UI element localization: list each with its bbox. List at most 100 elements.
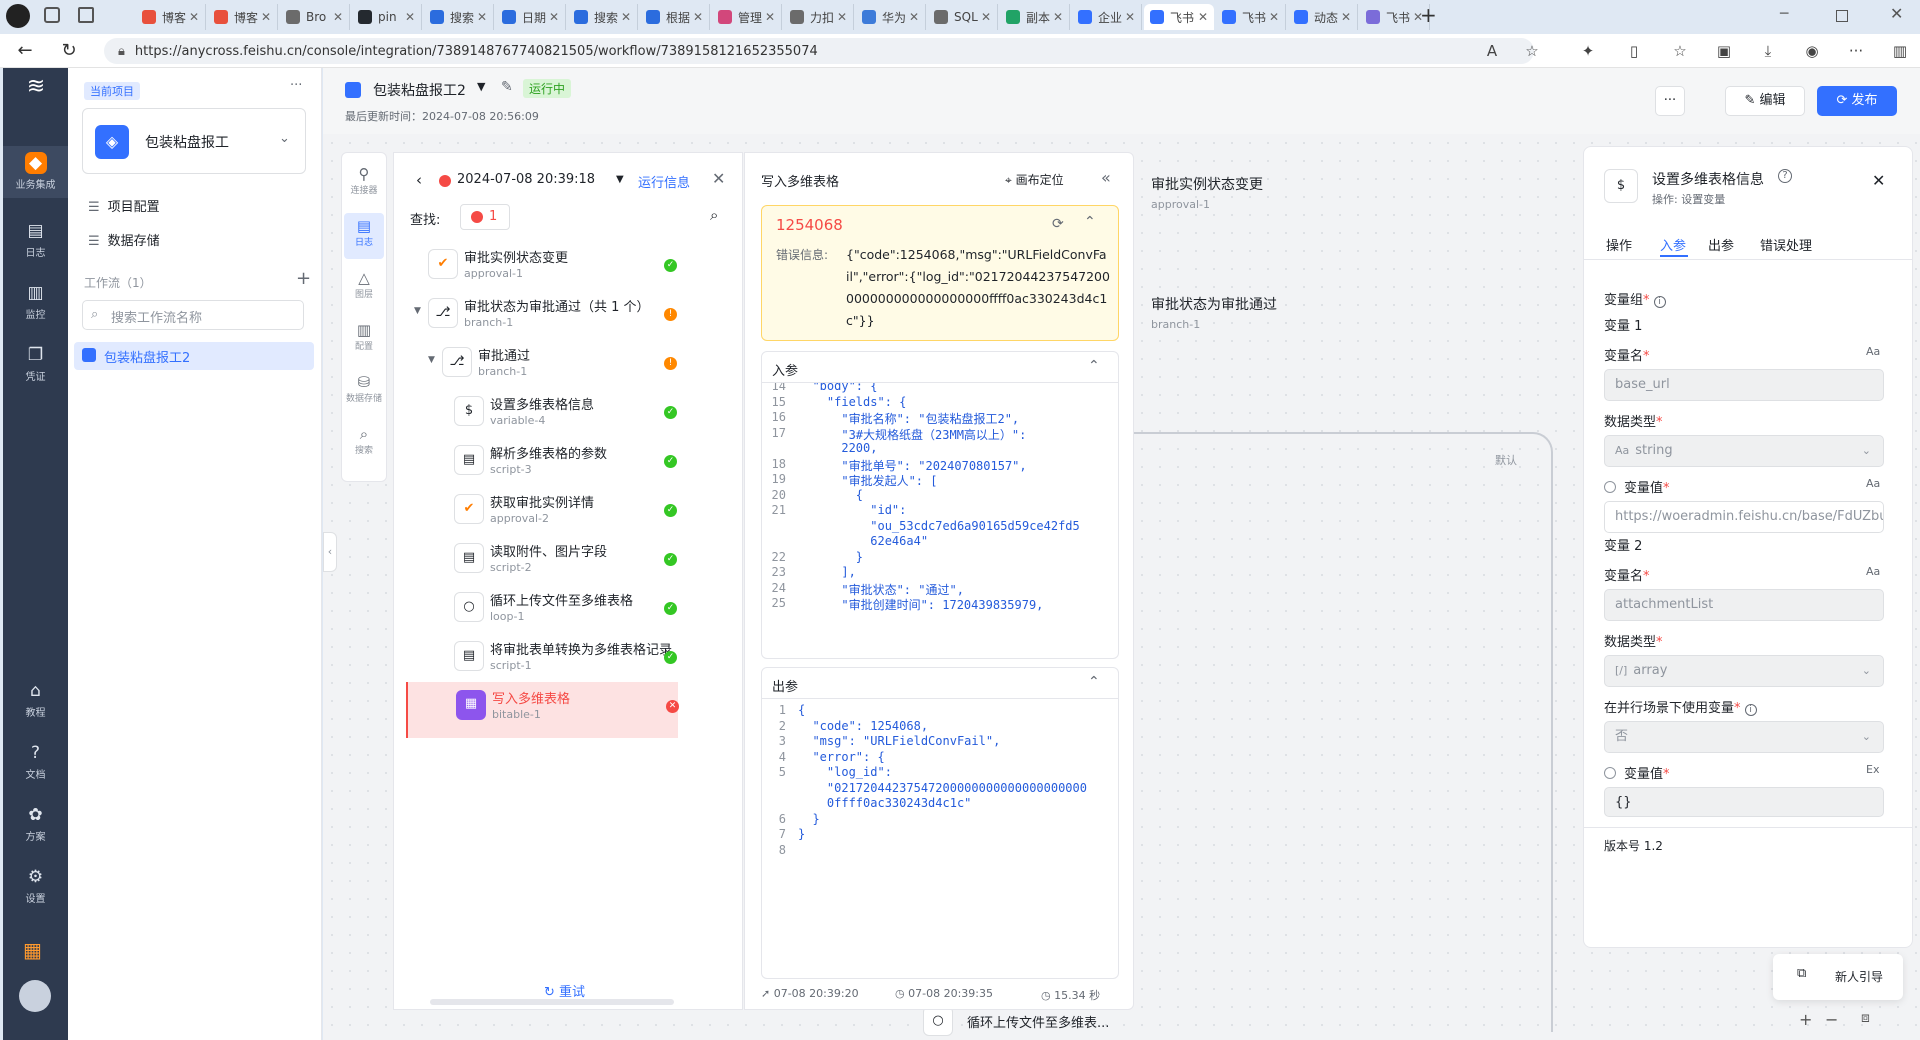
close-tab-icon[interactable]: ✕ bbox=[837, 10, 847, 24]
close-icon[interactable]: ✕ bbox=[1872, 171, 1885, 190]
collapse-up-icon[interactable]: ⌃ bbox=[1084, 214, 1096, 230]
extensions-icon[interactable]: ✦ bbox=[1578, 41, 1598, 61]
browser-tab[interactable]: 博客 ✕ bbox=[208, 4, 278, 30]
profile-avatar[interactable] bbox=[6, 4, 30, 28]
add-workflow-icon[interactable]: + bbox=[296, 268, 311, 289]
retry-button[interactable]: ↻ 重试 bbox=[544, 981, 585, 1000]
rail-item-settings[interactable]: ⚙ 设置 bbox=[3, 866, 68, 905]
browser-tab[interactable]: 搜索 ✕ bbox=[424, 4, 494, 30]
var2-type-select[interactable]: [/] array ⌄ bbox=[1604, 655, 1884, 687]
tab-input[interactable]: 入参 bbox=[1660, 235, 1686, 254]
close-tab-icon[interactable]: ✕ bbox=[189, 10, 199, 24]
tool-strip-item[interactable]: ▤ 日志 bbox=[344, 213, 384, 259]
collapse-panel-icon[interactable]: « bbox=[1101, 168, 1111, 187]
close-window-button[interactable]: ✕ bbox=[1890, 4, 1903, 23]
workflow-search-input[interactable]: ⌕ 搜索工作流名称 bbox=[82, 300, 304, 330]
help-icon[interactable]: ? bbox=[1778, 169, 1792, 183]
var2-value-field[interactable]: {} bbox=[1604, 787, 1884, 817]
close-tab-icon[interactable]: ✕ bbox=[405, 10, 415, 24]
parallel-select[interactable]: 否 ⌄ bbox=[1604, 721, 1884, 753]
var1-type-select[interactable]: Aa string ⌄ bbox=[1604, 435, 1884, 467]
new-tab-button[interactable]: + bbox=[1420, 3, 1437, 27]
collections-icon[interactable]: ▣ bbox=[1714, 41, 1734, 61]
var2-name-field[interactable]: attachmentList bbox=[1604, 589, 1884, 621]
tool-strip-item[interactable]: ⛁ 数据存储 bbox=[344, 369, 384, 415]
menu-project-config[interactable]: ☰ 项目配置 bbox=[88, 196, 160, 215]
minimize-button[interactable]: ─ bbox=[1780, 6, 1788, 22]
browser-tab[interactable]: pin ✕ bbox=[352, 4, 422, 30]
info-icon[interactable]: i bbox=[1653, 296, 1666, 308]
browser-tab[interactable]: 根据 ✕ bbox=[640, 4, 710, 30]
favorites-icon[interactable]: ☆ bbox=[1670, 41, 1690, 61]
close-tab-icon[interactable]: ✕ bbox=[1053, 10, 1063, 24]
step-row[interactable]: ✔ 获取审批实例详情 approval-2 ✓ bbox=[394, 486, 724, 542]
sidebar-toggle-icon[interactable]: ▥ bbox=[1890, 41, 1910, 61]
rail-item-docs[interactable]: ? 文档 bbox=[3, 742, 68, 781]
rail-item-monitor[interactable]: ▥ 监控 bbox=[3, 282, 68, 321]
edit-button[interactable]: ✎ 编辑 bbox=[1725, 86, 1805, 116]
search-icon[interactable]: ⌕ bbox=[710, 206, 718, 224]
expand-caret-icon[interactable]: ▼ bbox=[428, 355, 435, 365]
tool-strip-item[interactable]: ⚲ 连接器 bbox=[344, 161, 384, 207]
step-row[interactable]: ▦ 写入多维表格 bitable-1 ✕ bbox=[406, 682, 679, 738]
back-arrow-icon[interactable]: ← bbox=[14, 40, 36, 62]
maximize-button[interactable] bbox=[1836, 10, 1848, 22]
browser-tab[interactable]: 飞书 ✕ bbox=[1216, 4, 1286, 30]
step-row[interactable]: ▤ 将审批表单转换为多维表格记录 script-1 ✓ bbox=[394, 633, 724, 689]
step-row[interactable]: ▤ 解析多维表格的参数 script-3 ✓ bbox=[394, 437, 724, 493]
split-screen-icon[interactable]: ▯ bbox=[1624, 41, 1644, 61]
close-tab-icon[interactable]: ✕ bbox=[1341, 10, 1351, 24]
horizontal-scrollbar[interactable] bbox=[430, 999, 674, 1005]
close-tab-icon[interactable]: ✕ bbox=[693, 10, 703, 24]
step-row[interactable]: ✔ 审批实例状态变更 approval-1 ✓ bbox=[394, 241, 724, 297]
read-aloud-icon[interactable]: A bbox=[1482, 41, 1502, 61]
canvas-node-branch[interactable]: 审批状态为审批通过 branch-1 bbox=[1151, 294, 1301, 350]
tool-strip-item[interactable]: ⌕ 搜索 bbox=[344, 421, 384, 467]
url-field[interactable]: 🔒︎ https://anycross.feishu.cn/console/in… bbox=[104, 38, 1534, 64]
browser-tab[interactable]: 管理 ✕ bbox=[712, 4, 782, 30]
browser-tab[interactable]: SQL ✕ bbox=[928, 4, 998, 30]
step-row[interactable]: ▼ ⎇ 审批通过 branch-1! bbox=[394, 339, 724, 395]
rail-item-solutions[interactable]: ✿ 方案 bbox=[3, 804, 68, 843]
tool-strip-item[interactable]: △ 图层 bbox=[344, 265, 384, 311]
browser-tab[interactable]: 动态 ✕ bbox=[1288, 4, 1358, 30]
rail-item-credentials[interactable]: ❐ 凭证 bbox=[3, 344, 68, 383]
close-icon[interactable]: ✕ bbox=[712, 169, 725, 188]
var1-value-field[interactable]: https://woeradmin.feishu.cn/base/FdUZbu bbox=[1604, 501, 1884, 533]
zoom-out-icon[interactable]: − bbox=[1825, 1010, 1838, 1029]
text-type-icon[interactable]: Aa bbox=[1866, 477, 1880, 490]
tab-error-handling[interactable]: 错误处理 bbox=[1760, 235, 1812, 254]
info-icon[interactable]: i bbox=[1744, 704, 1757, 716]
step-row[interactable]: ▤ 读取附件、图片字段 script-2 ✓ bbox=[394, 535, 724, 591]
collapse-up-icon[interactable]: ⌃ bbox=[1088, 674, 1100, 690]
close-tab-icon[interactable]: ✕ bbox=[261, 10, 271, 24]
tab-output[interactable]: 出参 bbox=[1708, 235, 1734, 254]
browser-tab[interactable]: 日期 ✕ bbox=[496, 4, 566, 30]
workflow-list-item[interactable]: 包装粘盘报工2 bbox=[74, 342, 314, 370]
input-code-block[interactable]: 14 "body": {15 "fields": {16 "审批名称": "包装… bbox=[762, 382, 1118, 658]
browser-tab[interactable]: 企业 ✕ bbox=[1072, 4, 1142, 30]
close-tab-icon[interactable]: ✕ bbox=[621, 10, 631, 24]
radio-icon[interactable] bbox=[1604, 481, 1616, 493]
zoom-in-icon[interactable]: + bbox=[1799, 1010, 1812, 1029]
performance-icon[interactable]: ◉ bbox=[1802, 41, 1822, 61]
refresh-icon[interactable]: ↻ bbox=[58, 40, 80, 62]
browser-tab[interactable]: 搜索 ✕ bbox=[568, 4, 638, 30]
rail-item-tutorial[interactable]: ⌂ 教程 bbox=[3, 680, 68, 719]
collapse-handle[interactable]: ‹ bbox=[323, 532, 337, 572]
project-more-icon[interactable]: ··· bbox=[290, 78, 302, 93]
output-code-block[interactable]: 1 {2 "code": 1254068, 3 "msg": "URLFieldCo… bbox=[762, 698, 1118, 978]
more-menu-icon[interactable]: ··· bbox=[1846, 41, 1866, 61]
close-tab-icon[interactable]: ✕ bbox=[549, 10, 559, 24]
browser-tab[interactable]: 博客 ✕ bbox=[136, 4, 206, 30]
tab-actions-icon[interactable] bbox=[78, 7, 94, 23]
close-tab-icon[interactable]: ✕ bbox=[1125, 10, 1135, 24]
close-tab-icon[interactable]: ✕ bbox=[981, 10, 991, 24]
radio-icon[interactable] bbox=[1604, 767, 1616, 779]
browser-tab[interactable]: 华为 ✕ bbox=[856, 4, 926, 30]
browser-tab[interactable]: 飞书 ✕ bbox=[1144, 4, 1214, 30]
step-row[interactable]: ○ 循环上传文件至多维表格 loop-1 ✓ bbox=[394, 584, 724, 640]
downloads-icon[interactable]: ⤓ bbox=[1758, 41, 1778, 61]
tool-strip-item[interactable]: ▥ 配置 bbox=[344, 317, 384, 363]
workspaces-icon[interactable] bbox=[44, 7, 60, 23]
